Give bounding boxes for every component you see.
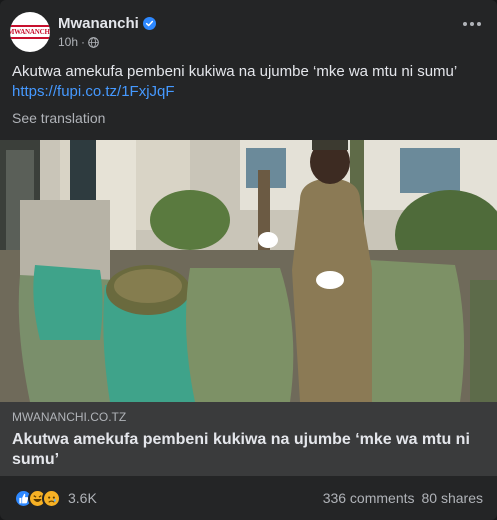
link-title[interactable]: Akutwa amekufa pembeni kukiwa na ujumbe … — [12, 430, 482, 470]
engagement-counts: 336 comments 80 shares — [323, 490, 483, 506]
more-options-icon[interactable] — [463, 22, 481, 26]
post-header: MWANANCHI Mwananchi 10h · — [10, 12, 156, 52]
verified-badge-icon — [142, 17, 156, 30]
post-card: MWANANCHI Mwananchi 10h · — [0, 0, 497, 520]
more-dot — [477, 22, 481, 26]
more-dot — [463, 22, 467, 26]
post-photo[interactable] — [0, 140, 497, 402]
link-domain: MWANANCHI.CO.TZ — [12, 410, 127, 424]
post-text: Akutwa amekufa pembeni kukiwa na ujumbe … — [12, 63, 458, 80]
post-footer: 3.6K 336 comments 80 shares — [0, 476, 497, 520]
see-translation-link[interactable]: See translation — [12, 110, 105, 126]
more-dot — [470, 22, 474, 26]
reactions-summary[interactable]: 3.6K — [14, 488, 97, 508]
photo-illustration — [0, 140, 497, 402]
shares-count[interactable]: 80 shares — [422, 490, 483, 506]
post-meta: Mwananchi 10h · — [58, 15, 156, 49]
comments-count[interactable]: 336 comments — [323, 490, 415, 506]
sad-reaction-icon — [42, 488, 61, 508]
name-row: Mwananchi — [58, 15, 156, 32]
page-name[interactable]: Mwananchi — [58, 15, 139, 32]
post-timestamp[interactable]: 10h — [58, 35, 78, 49]
page-avatar[interactable]: MWANANCHI — [10, 12, 50, 52]
time-row: 10h · — [58, 35, 156, 49]
post-body: Akutwa amekufa pembeni kukiwa na ujumbe … — [12, 62, 457, 102]
post-link[interactable]: https://fupi.co.tz/1FxjJqF — [12, 82, 457, 102]
avatar-logo-text: MWANANCHI — [10, 25, 50, 39]
separator-dot: · — [81, 35, 86, 49]
globe-icon — [88, 36, 99, 48]
reaction-count: 3.6K — [68, 490, 97, 506]
link-preview[interactable]: MWANANCHI.CO.TZ Akutwa amekufa pembeni k… — [0, 402, 497, 476]
